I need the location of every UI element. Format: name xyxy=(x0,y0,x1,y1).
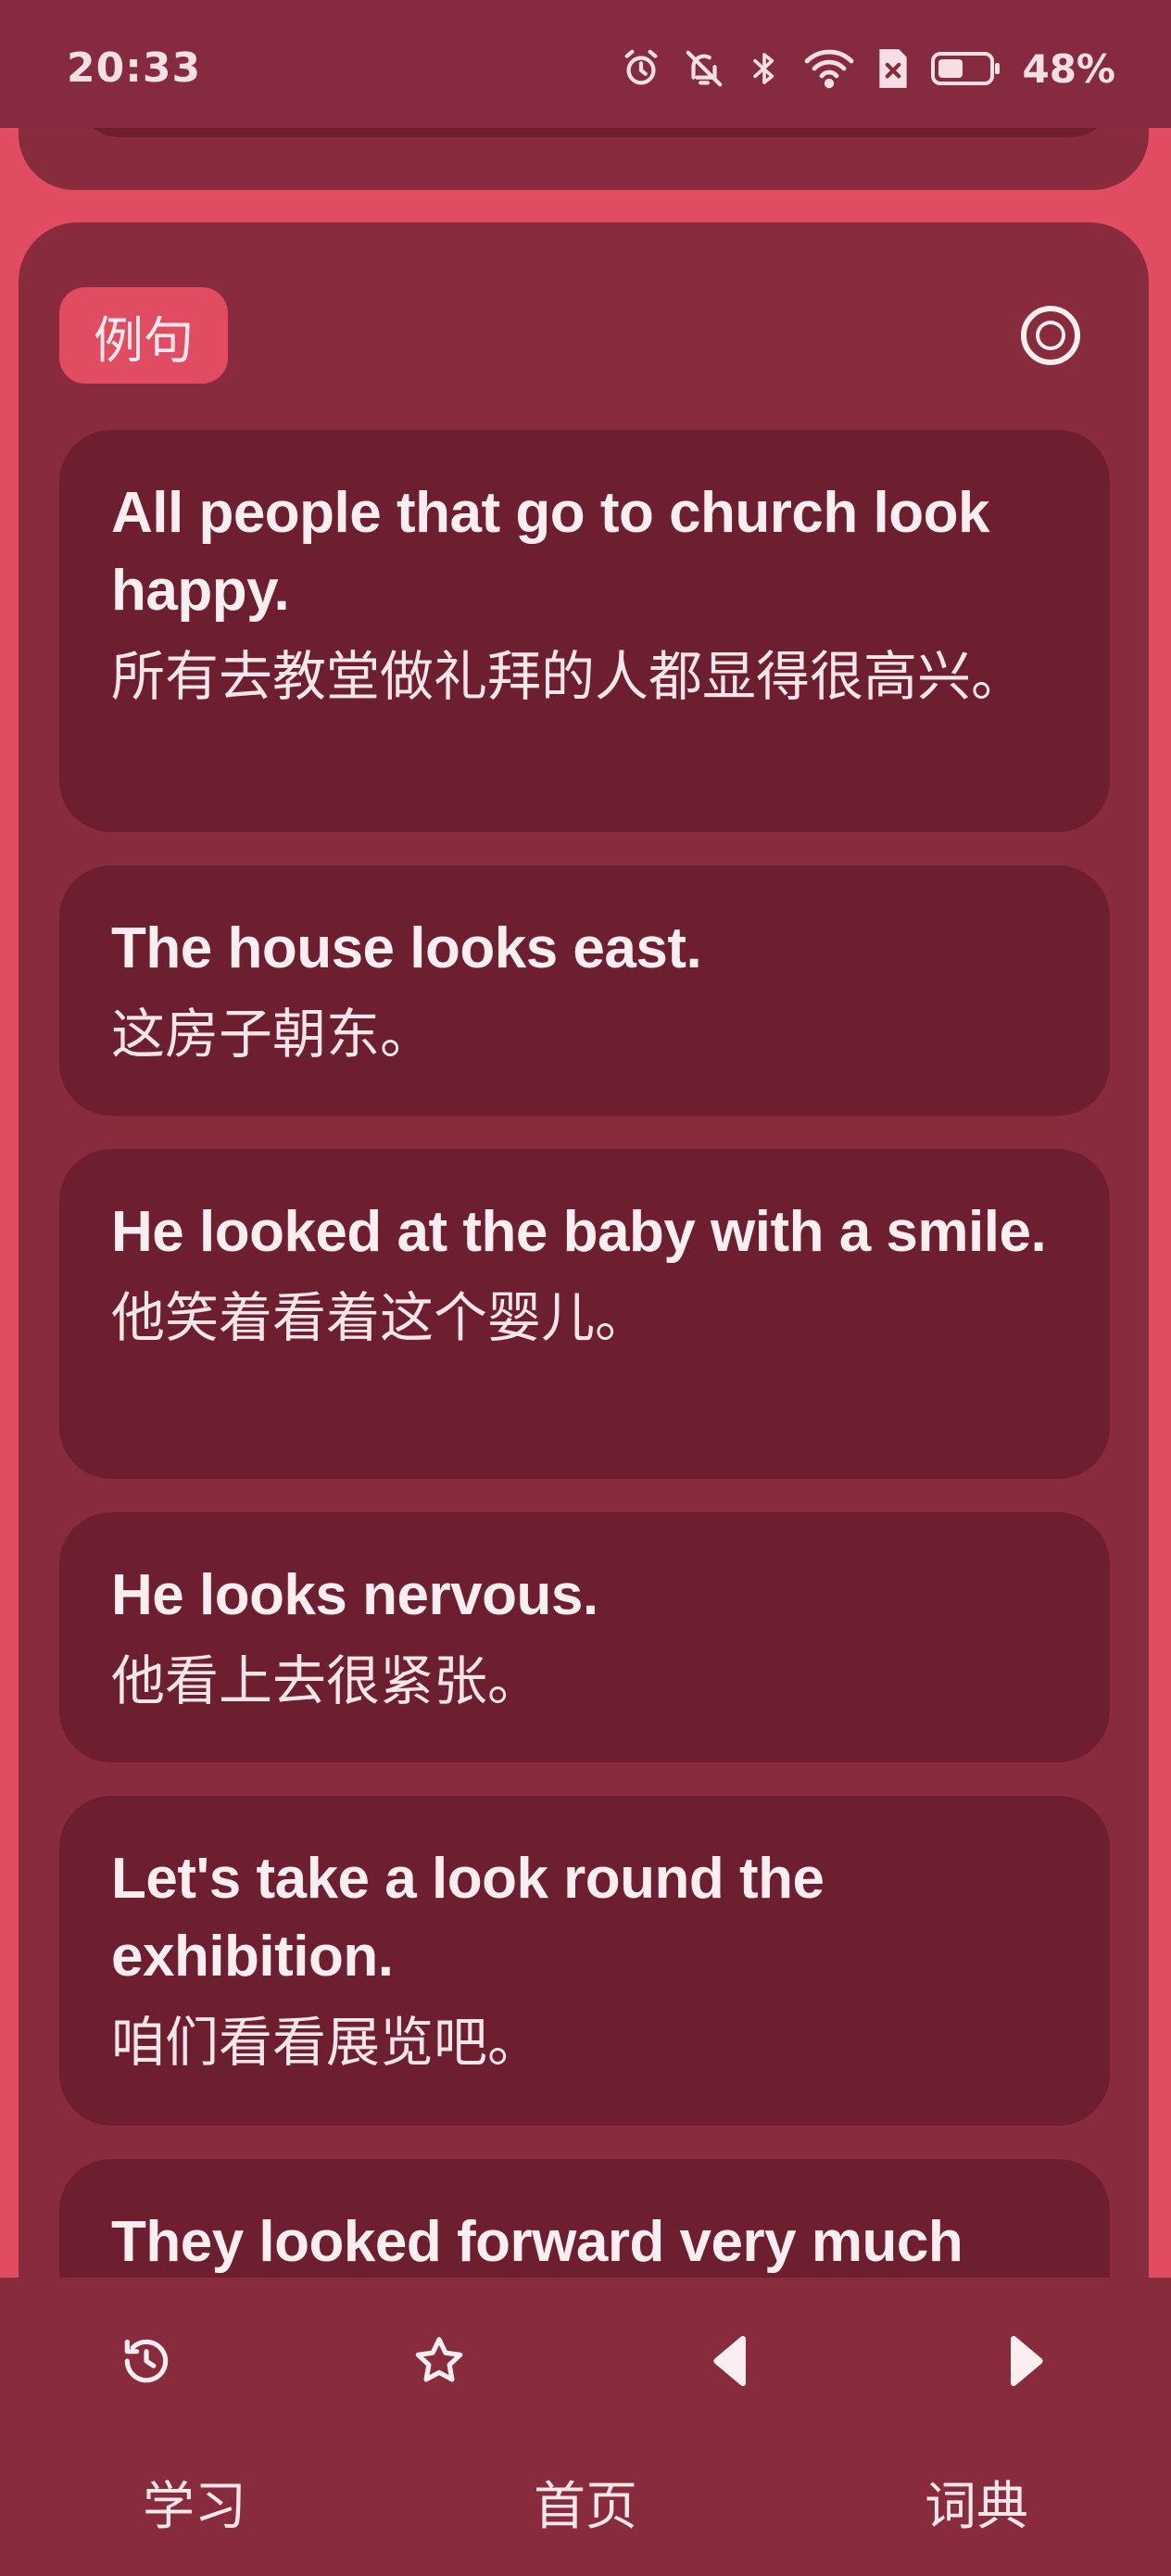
example-english: All people that go to church look happy. xyxy=(111,481,989,623)
example-item[interactable]: He looked at the baby with a smile. 他笑着看… xyxy=(59,1149,1110,1479)
status-icons: 48% xyxy=(620,41,1115,96)
nav-home[interactable]: 首页 xyxy=(493,2465,678,2540)
alarm-icon xyxy=(620,47,662,90)
history-icon[interactable] xyxy=(109,2324,183,2398)
nav-study[interactable]: 学习 xyxy=(102,2465,287,2540)
examples-section: 例句 All people that go to church look hap… xyxy=(19,222,1149,2437)
status-time: 20:33 xyxy=(67,44,202,92)
star-icon[interactable] xyxy=(402,2324,476,2398)
example-item[interactable]: All people that go to church look happy.… xyxy=(59,430,1110,832)
example-chinese: 他看上去很紧张。 xyxy=(111,1649,542,1712)
example-english: He looks nervous. xyxy=(111,1563,598,1627)
battery-icon xyxy=(931,50,1001,87)
battery-percentage: 48% xyxy=(1022,45,1115,92)
example-english: He looked at the baby with a smile. xyxy=(111,1200,1047,1264)
section-tag: 例句 xyxy=(59,287,228,384)
example-item[interactable]: Let's take a look round the exhibition. … xyxy=(59,1796,1110,2126)
example-item[interactable]: The house looks east. 这房子朝东。 xyxy=(59,865,1110,1116)
example-chinese: 咱们看看展览吧。 xyxy=(111,2011,542,2074)
example-chinese: 这房子朝东。 xyxy=(111,1003,434,1066)
example-english: The house looks east. xyxy=(111,916,702,980)
bluetooth-icon xyxy=(746,47,783,90)
next-icon[interactable] xyxy=(988,2324,1062,2398)
bottom-bar: 学习 首页 词典 xyxy=(0,2278,1171,2576)
example-chinese: 所有去教堂做礼拜的人都显得很高兴。 xyxy=(111,645,1026,708)
example-chinese: 他笑着看着这个婴儿。 xyxy=(111,1286,649,1349)
no-sim-icon xyxy=(875,47,911,90)
example-english: Let's take a look round the exhibition. xyxy=(111,1847,825,1989)
example-item[interactable]: He looks nervous. 他看上去很紧张。 xyxy=(59,1512,1110,1762)
example-english: They looked forward very much xyxy=(111,2210,963,2274)
bell-off-icon xyxy=(683,47,725,90)
status-bar: 20:33 48% xyxy=(0,0,1171,128)
nav-dictionary[interactable]: 词典 xyxy=(884,2465,1069,2540)
target-icon[interactable] xyxy=(1019,304,1082,367)
wifi-icon xyxy=(803,47,855,90)
previous-icon[interactable] xyxy=(695,2324,769,2398)
